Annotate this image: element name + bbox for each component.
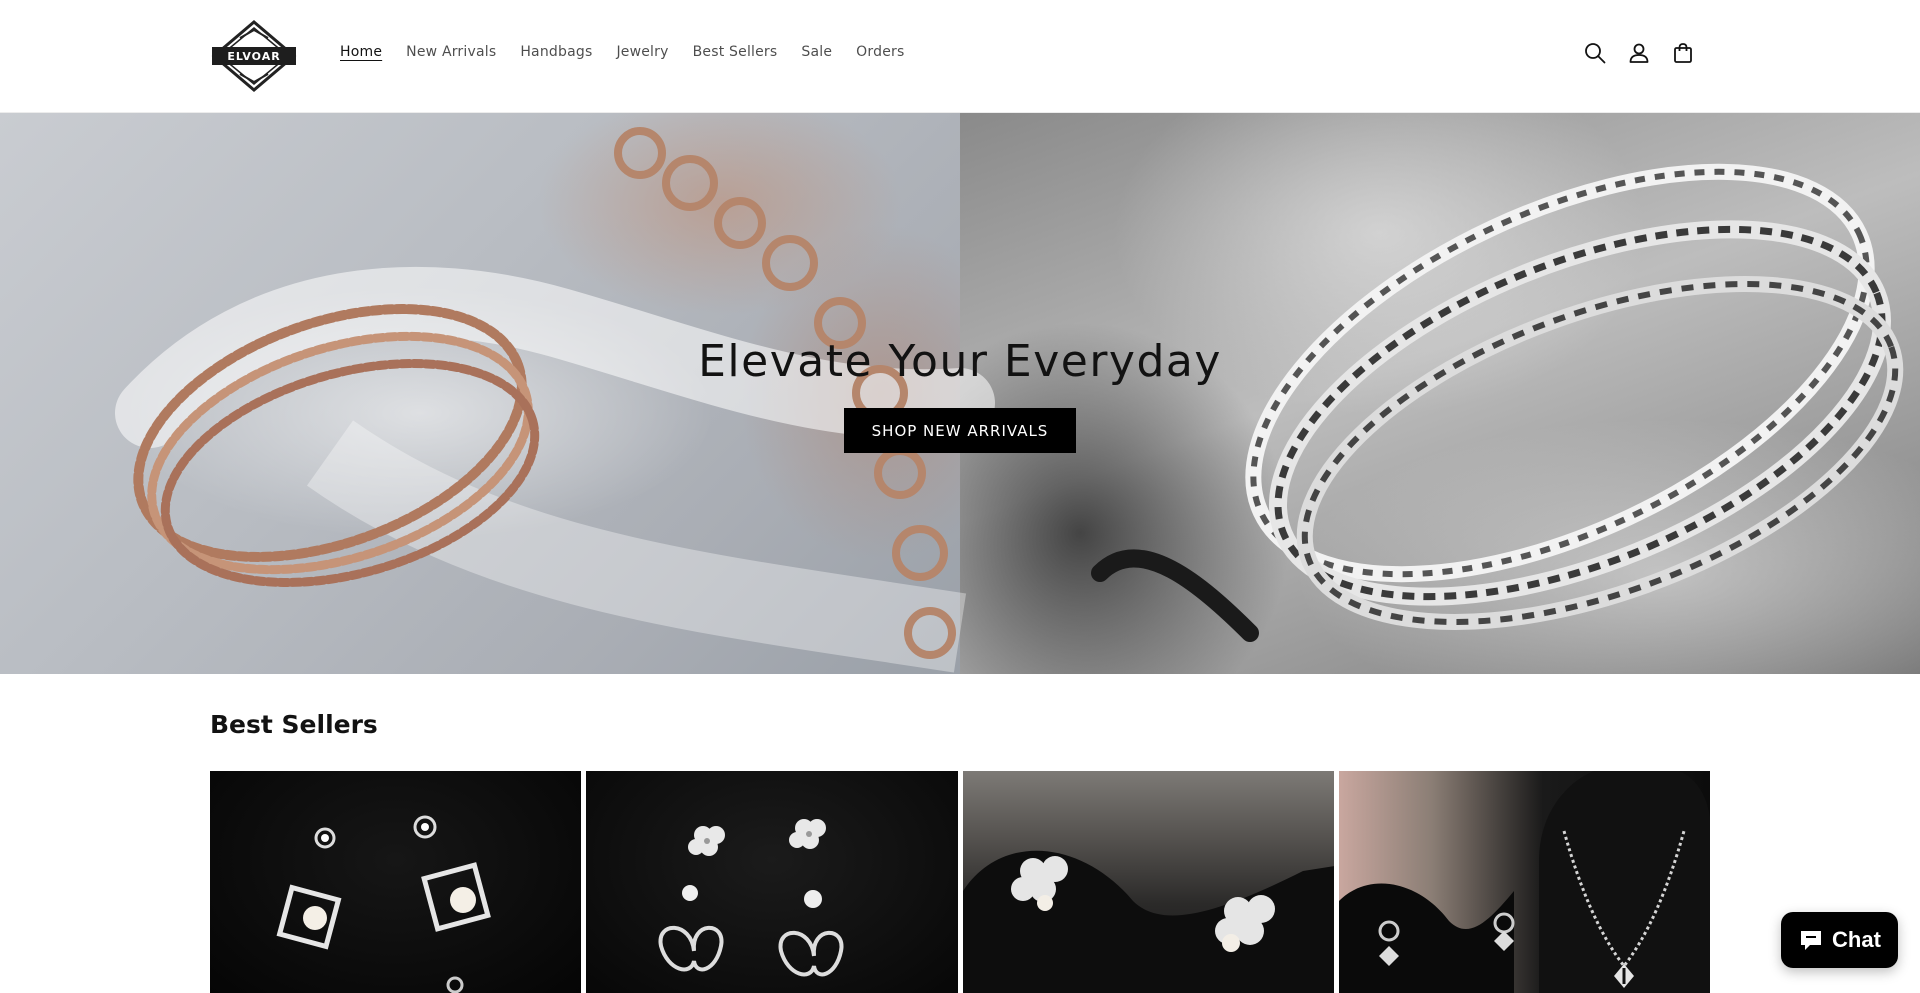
chat-label: Chat [1832, 927, 1881, 952]
hero-title: Elevate Your Everyday [698, 336, 1222, 387]
product-image-2 [658, 819, 844, 977]
logo-text: ELVOAR [227, 50, 280, 63]
header-icons [1584, 42, 1694, 64]
product-card-2[interactable] [586, 771, 958, 993]
account-icon[interactable] [1628, 42, 1650, 64]
product-image-3 [962, 850, 1334, 993]
hero-jewelry-art [115, 127, 1904, 673]
brand-logo[interactable]: ELVOAR [210, 20, 298, 92]
nav-item-new-arrivals[interactable]: New Arrivals [406, 44, 496, 60]
nav-item-home[interactable]: Home [340, 44, 382, 60]
nav-item-jewelry[interactable]: Jewelry [616, 44, 668, 60]
product-image-1 [276, 815, 491, 993]
shop-new-arrivals-button[interactable]: SHOP NEW ARRIVALS [844, 408, 1076, 453]
chat-bubble-icon [1801, 931, 1822, 950]
main-nav: Home New Arrivals Handbags Jewelry Best … [340, 44, 904, 60]
search-icon[interactable] [1584, 42, 1606, 64]
best-sellers-title: Best Sellers [210, 710, 378, 739]
nav-item-handbags[interactable]: Handbags [520, 44, 592, 60]
best-sellers-grid [210, 771, 1710, 993]
product-card-3[interactable] [962, 771, 1334, 993]
chat-button[interactable]: Chat [1781, 912, 1898, 968]
product-card-4[interactable] [1338, 771, 1710, 993]
cart-icon[interactable] [1672, 42, 1694, 64]
hero-banner: Elevate Your Everyday SHOP NEW ARRIVALS [0, 113, 1920, 674]
site-header: ELVOAR Home New Arrivals Handbags Jewelr… [0, 0, 1920, 113]
nav-item-orders[interactable]: Orders [856, 44, 904, 60]
nav-item-best-sellers[interactable]: Best Sellers [693, 44, 778, 60]
nav-item-sale[interactable]: Sale [801, 44, 832, 60]
product-card-1[interactable] [210, 771, 582, 993]
product-image-4 [1338, 771, 1710, 993]
